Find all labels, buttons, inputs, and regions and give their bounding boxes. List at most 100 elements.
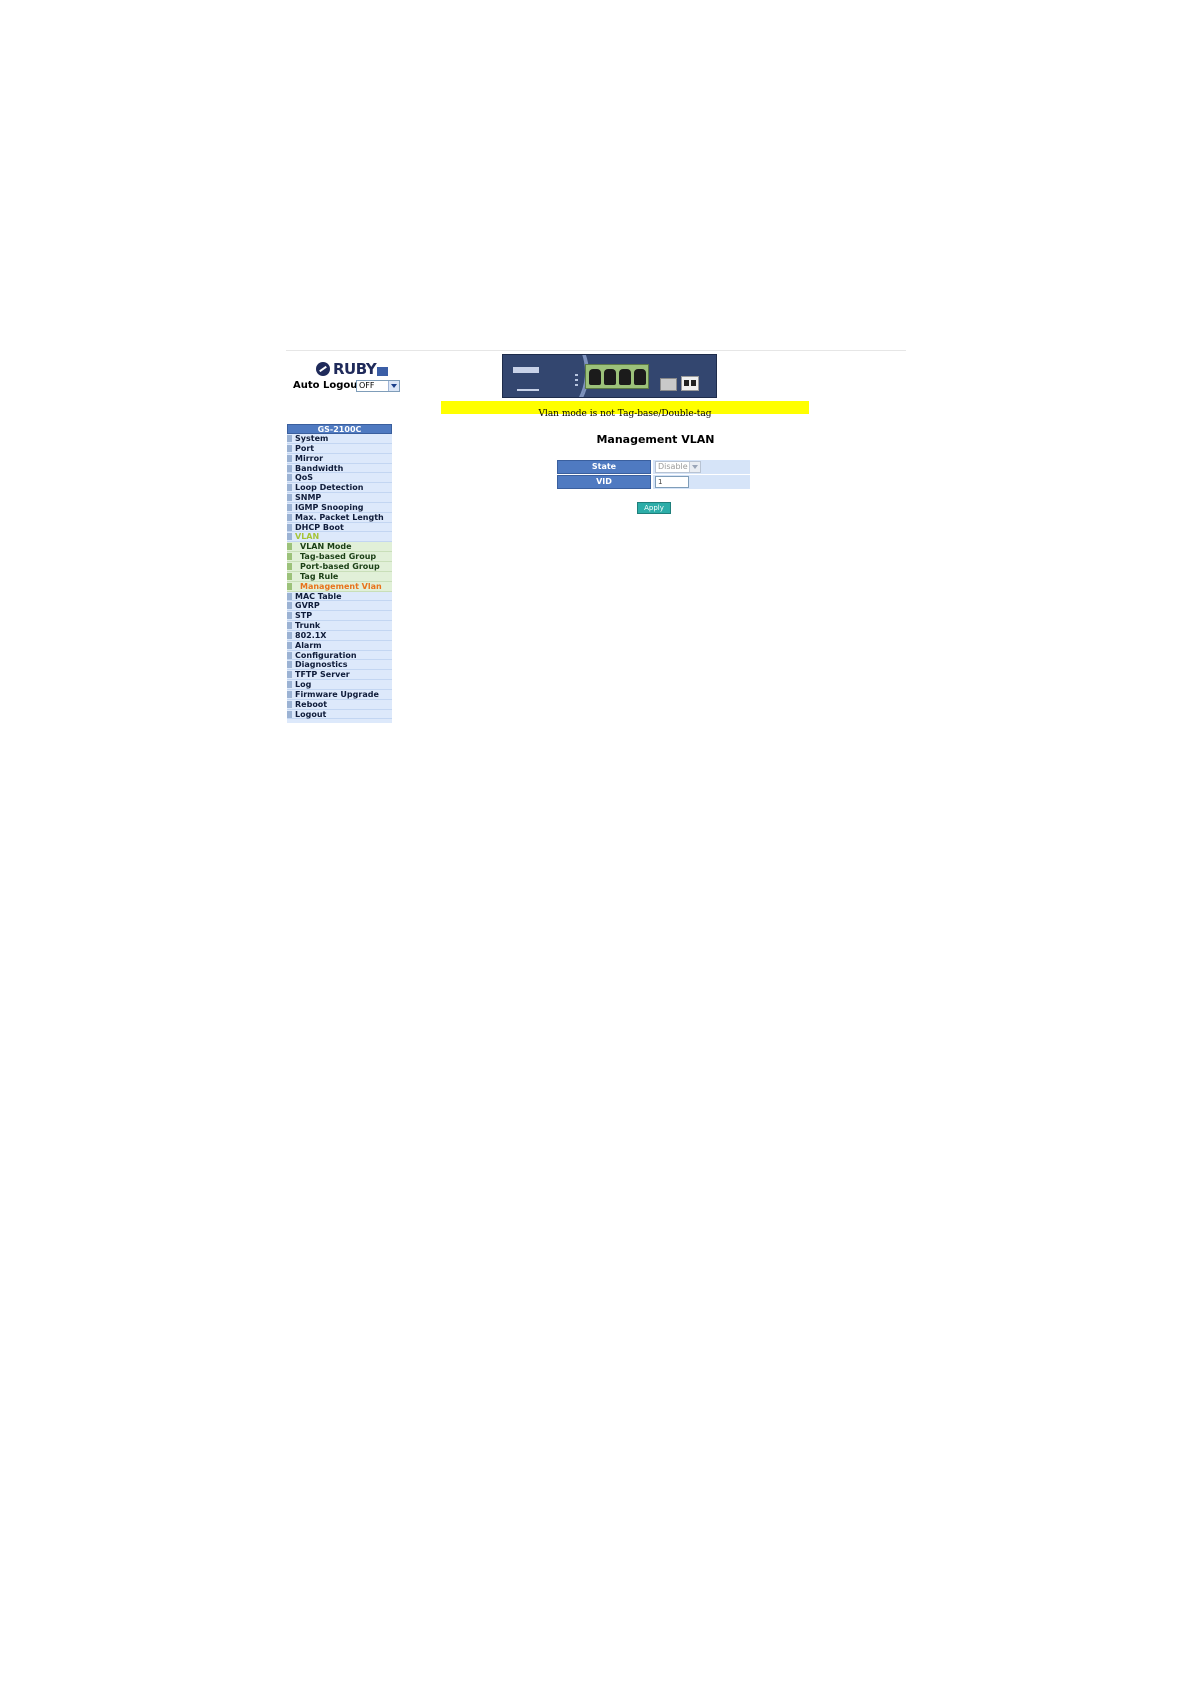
sidebar-item-label: System: [295, 434, 329, 443]
sidebar-item-qos[interactable]: QoS: [287, 473, 392, 484]
vlan-mode-warning: Vlan mode is not Tag-base/Double-tag: [441, 401, 809, 419]
rj45-port-icon: [619, 369, 631, 385]
sidebar-item-label: Bandwidth: [295, 463, 344, 473]
menu-bullet-icon: [287, 641, 292, 649]
sidebar-item-max-packet-length[interactable]: Max. Packet Length: [287, 512, 392, 523]
sidebar-item-diagnostics[interactable]: Diagnostics: [287, 660, 392, 671]
sidebar-item-mirror[interactable]: Mirror: [287, 453, 392, 464]
sidebar-item-firmware-upgrade[interactable]: Firmware Upgrade: [287, 689, 392, 700]
sidebar-item-snmp[interactable]: SNMP: [287, 493, 392, 503]
menu-bullet-icon: [287, 553, 292, 561]
sidebar-item-label: TFTP Server: [295, 670, 350, 680]
menu-bullet-icon: [287, 690, 292, 698]
state-cell: Disable: [653, 460, 750, 474]
sidebar-item-reboot[interactable]: Reboot: [287, 699, 392, 710]
vid-row: VID: [557, 475, 750, 489]
sidebar-item-vlan-mode[interactable]: VLAN Mode: [287, 542, 392, 553]
sidebar-item-label: Reboot: [295, 699, 328, 709]
auto-logout-value: OFF: [359, 381, 375, 390]
menu-bullet-icon: [287, 562, 292, 570]
sidebar-item-system[interactable]: System: [287, 434, 392, 444]
menu-bullet-icon: [287, 543, 292, 551]
auto-logout-select[interactable]: OFF: [356, 380, 400, 392]
sfp-slot-icon: [660, 378, 677, 391]
sidebar-item-label: Port: [295, 443, 315, 453]
sidebar-item-label: GVRP: [295, 601, 320, 611]
sidebar-item-tftp-server[interactable]: TFTP Server: [287, 670, 392, 681]
state-select[interactable]: Disable: [655, 461, 701, 473]
state-row: State Disable: [557, 460, 750, 474]
sidebar-item-label: Max. Packet Length: [295, 512, 384, 522]
chevron-down-icon: [388, 381, 399, 391]
logo-badge-icon: [377, 367, 388, 376]
page-title: Management VLAN: [596, 433, 715, 446]
sidebar-item-vlan[interactable]: VLAN: [287, 532, 392, 543]
sidebar-item-stp[interactable]: STP: [287, 611, 392, 622]
menu-bullet-icon: [287, 513, 292, 521]
menu-bullet-icon: [287, 681, 292, 689]
menu-bullet-icon: [287, 631, 292, 639]
sidebar-item-port[interactable]: Port: [287, 443, 392, 454]
sidebar-item-alarm[interactable]: Alarm: [287, 640, 392, 651]
sidebar-item-label: DHCP Boot: [295, 522, 344, 532]
sidebar-item-802-1x[interactable]: 802.1X: [287, 630, 392, 641]
sidebar-item-configuration[interactable]: Configuration: [287, 650, 392, 661]
vid-cell: [653, 475, 750, 489]
menu-bullet-icon: [287, 592, 292, 600]
switch-front-panel-image: [502, 354, 717, 398]
management-vlan-form: State Disable VID: [557, 460, 750, 490]
sidebar-item-label: Mirror: [295, 453, 324, 463]
sidebar-item-igmp-snooping[interactable]: IGMP Snooping: [287, 502, 392, 513]
sidebar-item-dhcp-boot[interactable]: DHCP Boot: [287, 522, 392, 533]
sidebar-item-logout[interactable]: Logout: [287, 709, 392, 720]
menu-bullet-icon: [287, 533, 292, 541]
rj45-port-icon: [634, 369, 646, 385]
sidebar-item-label: Port-based Group: [300, 561, 380, 571]
panel-led-icon: [575, 384, 578, 386]
menu-bullet-icon: [287, 622, 292, 630]
apply-button[interactable]: Apply: [637, 502, 671, 514]
menu-bullet-icon: [287, 671, 292, 679]
menu-bullet-icon: [287, 523, 292, 531]
sidebar-item-label: Loop Detection: [295, 483, 364, 493]
sidebar-item-gvrp[interactable]: GVRP: [287, 601, 392, 612]
sidebar-item-tag-rule[interactable]: Tag Rule: [287, 571, 392, 582]
sidebar-item-management-vlan[interactable]: Management Vlan: [287, 581, 392, 592]
sidebar-item-mac-table[interactable]: MAC Table: [287, 591, 392, 602]
vid-label: VID: [557, 475, 651, 489]
panel-curve: [503, 355, 589, 397]
sidebar-item-label: VLAN Mode: [300, 542, 352, 552]
menu-bullet-icon: [287, 444, 292, 452]
sidebar-item-label: VLAN: [295, 532, 320, 542]
sidebar-item-label: Logout: [295, 709, 327, 719]
sidebar-item-label: Log: [295, 680, 312, 690]
menu-bullet-icon: [287, 602, 292, 610]
sidebar-item-trunk[interactable]: Trunk: [287, 621, 392, 631]
fiber-port-icon: [681, 376, 699, 391]
sidebar-item-label: Trunk: [295, 621, 321, 631]
menu-bullet-icon: [287, 710, 292, 718]
sidebar-footer: [287, 719, 392, 724]
rj45-port-icon: [604, 369, 616, 385]
sidebar-item-loop-detection[interactable]: Loop Detection: [287, 483, 392, 494]
panel-led-icon: [575, 379, 578, 381]
sidebar-item-tag-based-group[interactable]: Tag-based Group: [287, 552, 392, 562]
menu-bullet-icon: [287, 484, 292, 492]
menu-bullet-icon: [287, 503, 292, 511]
ruby-logo-icon: [316, 362, 330, 376]
sidebar-item-log[interactable]: Log: [287, 680, 392, 690]
sidebar-item-label: Management Vlan: [300, 581, 382, 591]
panel-logo: [513, 367, 539, 373]
sidebar-item-port-based-group[interactable]: Port-based Group: [287, 561, 392, 572]
sidebar-item-label: IGMP Snooping: [295, 502, 364, 512]
menu-bullet-icon: [287, 661, 292, 669]
menu-bullet-icon: [287, 700, 292, 708]
menu-bullet-icon: [287, 572, 292, 580]
sidebar-item-bandwidth[interactable]: Bandwidth: [287, 463, 392, 474]
vid-input[interactable]: [655, 476, 689, 488]
menu-bullet-icon: [287, 582, 292, 590]
sidebar-item-label: MAC Table: [295, 591, 342, 601]
sidebar-item-label: QoS: [295, 473, 314, 483]
menu-bullet-icon: [287, 464, 292, 472]
state-value: Disable: [658, 462, 688, 471]
